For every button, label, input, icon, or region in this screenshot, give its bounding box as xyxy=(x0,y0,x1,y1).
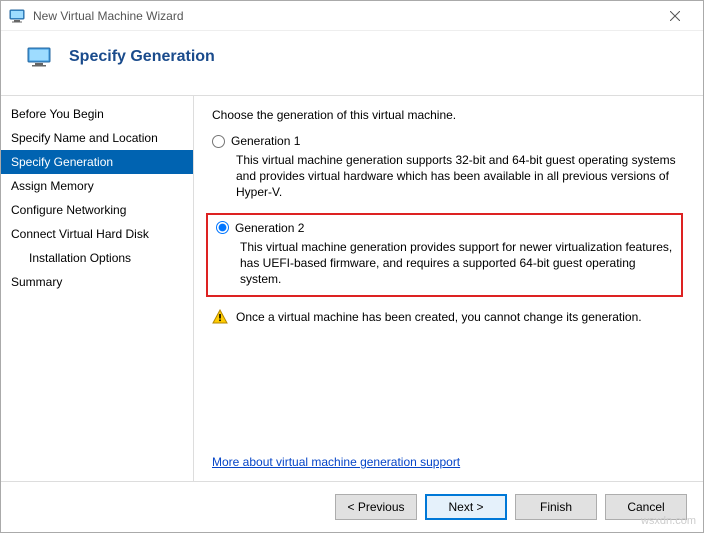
app-icon xyxy=(9,8,25,24)
more-info-link[interactable]: More about virtual machine generation su… xyxy=(212,455,460,469)
radio-generation-2-input[interactable] xyxy=(216,221,229,234)
previous-button[interactable]: < Previous xyxy=(335,494,417,520)
radio-generation-2[interactable]: Generation 2 xyxy=(216,221,673,235)
close-button[interactable] xyxy=(655,2,695,30)
gen1-description: This virtual machine generation supports… xyxy=(236,152,687,201)
next-button[interactable]: Next > xyxy=(425,494,507,520)
header: Specify Generation xyxy=(1,31,703,95)
main-panel: Choose the generation of this virtual ma… xyxy=(194,96,703,481)
footer: < Previous Next > Finish Cancel xyxy=(1,481,703,532)
more-info-row: More about virtual machine generation su… xyxy=(212,455,687,469)
titlebar: New Virtual Machine Wizard xyxy=(1,1,703,31)
finish-button[interactable]: Finish xyxy=(515,494,597,520)
step-specify-name-location[interactable]: Specify Name and Location xyxy=(1,126,193,150)
window-title: New Virtual Machine Wizard xyxy=(33,9,655,23)
step-summary[interactable]: Summary xyxy=(1,270,193,294)
radio-generation-1-label: Generation 1 xyxy=(231,134,300,148)
warning-text: Once a virtual machine has been created,… xyxy=(236,310,642,324)
step-before-you-begin[interactable]: Before You Begin xyxy=(1,102,193,126)
step-assign-memory[interactable]: Assign Memory xyxy=(1,174,193,198)
gen2-highlight-box: Generation 2 This virtual machine genera… xyxy=(206,213,683,298)
warning-row: Once a virtual machine has been created,… xyxy=(212,309,687,325)
intro-text: Choose the generation of this virtual ma… xyxy=(212,108,687,122)
watermark: wsxdn.com xyxy=(641,515,696,527)
wizard-window: New Virtual Machine Wizard Specify Gener… xyxy=(0,0,704,533)
step-specify-generation[interactable]: Specify Generation xyxy=(1,150,193,174)
step-configure-networking[interactable]: Configure Networking xyxy=(1,198,193,222)
body: Before You Begin Specify Name and Locati… xyxy=(1,95,703,481)
sidebar: Before You Begin Specify Name and Locati… xyxy=(1,96,194,481)
radio-generation-1-input[interactable] xyxy=(212,135,225,148)
step-installation-options[interactable]: Installation Options xyxy=(1,246,193,270)
wizard-icon xyxy=(27,47,51,67)
warning-icon xyxy=(212,309,228,325)
radio-generation-1[interactable]: Generation 1 xyxy=(212,134,687,148)
step-connect-vhd[interactable]: Connect Virtual Hard Disk xyxy=(1,222,193,246)
gen2-description: This virtual machine generation provides… xyxy=(240,239,673,288)
page-title: Specify Generation xyxy=(69,48,215,66)
radio-generation-2-label: Generation 2 xyxy=(235,221,304,235)
